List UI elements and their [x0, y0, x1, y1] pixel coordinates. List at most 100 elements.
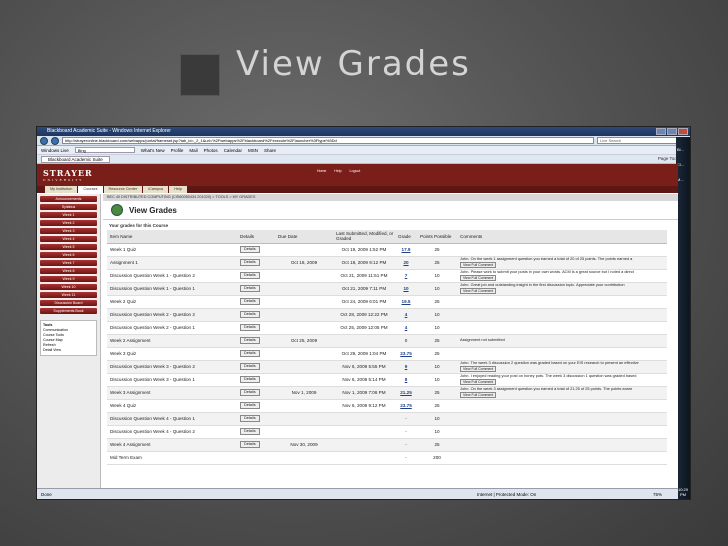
details-cell: Details: [237, 308, 275, 322]
details-button[interactable]: Details: [240, 415, 260, 422]
item-name: Discussion Question Week 3 - Question 1: [107, 373, 237, 387]
grade-value[interactable]: 10: [403, 286, 408, 291]
details-button[interactable]: Details: [240, 363, 260, 370]
nav-supplements-book[interactable]: Supplements Book: [40, 308, 97, 314]
browser-screenshot: Blackboard Academic Suite - Windows Inte…: [36, 126, 691, 500]
item-name: Mid Term Exam: [107, 451, 237, 465]
details-button[interactable]: Details: [240, 324, 260, 331]
tab-resource-center[interactable]: Resource Center: [103, 186, 143, 193]
taskbar-item[interactable]: M...: [677, 177, 690, 182]
nav-week-1[interactable]: Week 1: [40, 212, 97, 218]
bing-search-input[interactable]: Bing: [74, 147, 135, 153]
nav-week-5[interactable]: Week 5: [40, 244, 97, 250]
details-button[interactable]: Details: [240, 402, 260, 409]
last-submitted: Oct 28, 2009 12:22 PM: [333, 308, 395, 322]
details-button[interactable]: Details: [240, 389, 260, 396]
grade-value: -: [405, 416, 407, 421]
grade-value[interactable]: 20: [403, 260, 408, 265]
grade-value[interactable]: 8: [405, 377, 408, 382]
link-photos[interactable]: Photos: [204, 148, 218, 153]
details-button[interactable]: Details: [240, 441, 260, 448]
due-date: Oct 25, 2009: [275, 334, 333, 348]
link-whats-new[interactable]: What's New: [141, 148, 165, 153]
nav-week-8[interactable]: Week 8: [40, 268, 97, 274]
nav-week-9[interactable]: Week 9: [40, 276, 97, 282]
details-button[interactable]: Details: [240, 272, 260, 279]
view-full-comment-button[interactable]: View Full Comment: [460, 261, 497, 269]
nav-announcements[interactable]: Announcements: [40, 196, 97, 202]
link-mail[interactable]: Mail: [189, 148, 197, 153]
details-button[interactable]: Details: [240, 428, 260, 435]
home-link[interactable]: Home: [317, 169, 326, 173]
details-button[interactable]: Details: [240, 259, 260, 266]
details-button[interactable]: Details: [240, 337, 260, 344]
slide-decoration: [180, 54, 220, 96]
tab-icampus[interactable]: iCampus: [143, 186, 169, 193]
item-name: Week 1 Quiz: [107, 243, 237, 257]
comment-cell: John. On the week 3 assignment question …: [457, 385, 667, 400]
grade-cell: 20: [395, 256, 417, 270]
details-button[interactable]: Details: [240, 311, 260, 318]
details-button[interactable]: Details: [240, 285, 260, 292]
grade-value[interactable]: 23.75: [400, 351, 412, 356]
logout-link[interactable]: Logout: [350, 169, 361, 173]
grade-value[interactable]: 17.9: [402, 247, 411, 252]
nav-week-4[interactable]: Week 4: [40, 236, 97, 242]
nav-week-7[interactable]: Week 7: [40, 260, 97, 266]
nav-week-3[interactable]: Week 3: [40, 228, 97, 234]
tab-my-institution[interactable]: My Institution: [45, 186, 78, 193]
view-full-comment-button[interactable]: View Full Comment: [460, 378, 497, 386]
grade-value[interactable]: 19.5: [402, 299, 411, 304]
nav-week-11[interactable]: Week 11: [40, 292, 97, 298]
nav-discussion-board[interactable]: Discussion Board: [40, 300, 97, 306]
nav-week-2[interactable]: Week 2: [40, 220, 97, 226]
details-cell: Details: [237, 334, 275, 348]
view-full-comment-button[interactable]: View Full Comment: [460, 391, 497, 399]
link-profile[interactable]: Profile: [171, 148, 184, 153]
grade-value[interactable]: 23.75: [400, 403, 412, 408]
nav-week-6[interactable]: Week 6: [40, 252, 97, 258]
link-msn[interactable]: MSN: [248, 148, 258, 153]
grade-value[interactable]: 9: [405, 364, 408, 369]
grades-table-body: Week 1 Quiz Details Oct 19, 2009 1:52 PM 17…: [107, 243, 667, 465]
link-calendar[interactable]: Calendar: [224, 148, 242, 153]
details-button[interactable]: Details: [240, 298, 260, 305]
maximize-button[interactable]: [667, 128, 677, 135]
due-date: [275, 399, 333, 413]
tool-detail-view[interactable]: Detail View: [43, 348, 94, 353]
taskbar-item[interactable]: Cl...: [677, 162, 690, 167]
grade-value[interactable]: 21.25: [400, 390, 412, 395]
zoom-level[interactable]: 75%: [653, 492, 662, 497]
back-icon[interactable]: [40, 136, 48, 145]
details-button[interactable]: Details: [240, 246, 260, 253]
view-full-comment-button[interactable]: View Full Comment: [460, 274, 497, 282]
grade-value[interactable]: 7: [405, 273, 408, 278]
grade-value[interactable]: 4: [405, 312, 408, 317]
link-share[interactable]: Share: [264, 148, 276, 153]
forward-icon[interactable]: [51, 136, 59, 145]
grade-value[interactable]: 0: [405, 338, 408, 343]
nav-week-10[interactable]: Week 10: [40, 284, 97, 290]
link-windows-live[interactable]: Windows Live: [41, 148, 69, 153]
search-input[interactable]: Live Search: [597, 137, 687, 144]
details-button[interactable]: Details: [240, 350, 260, 357]
strayer-logo[interactable]: STRAYER UNIVERSITY: [43, 168, 93, 182]
tab-courses[interactable]: Courses: [78, 186, 103, 193]
grade-value[interactable]: 4: [405, 325, 408, 330]
comment-text: John. On the week 3 assignment question …: [460, 385, 633, 391]
browser-tab[interactable]: Blackboard Academic Suite: [41, 155, 110, 163]
view-full-comment-button[interactable]: View Full Comment: [460, 287, 497, 295]
close-button[interactable]: [678, 128, 688, 135]
details-button[interactable]: Details: [240, 376, 260, 383]
comment-cell: [457, 347, 667, 361]
help-link[interactable]: Help: [334, 169, 341, 173]
details-cell: Details: [237, 399, 275, 413]
url-input[interactable]: http://strayeronline.blackboard.com/weba…: [62, 137, 594, 144]
tab-help[interactable]: Help: [169, 186, 188, 193]
due-date: Nov 1, 2009: [275, 386, 333, 400]
view-full-comment-button[interactable]: View Full Comment: [460, 365, 497, 373]
breadcrumb[interactable]: BEC 40 DISTRIBUTED COMPUTING (CIS6005043…: [103, 194, 678, 201]
taskbar-item[interactable]: Bl...: [677, 147, 690, 152]
minimize-button[interactable]: [656, 128, 666, 135]
nav-syllabus[interactable]: Syllabus: [40, 204, 97, 210]
